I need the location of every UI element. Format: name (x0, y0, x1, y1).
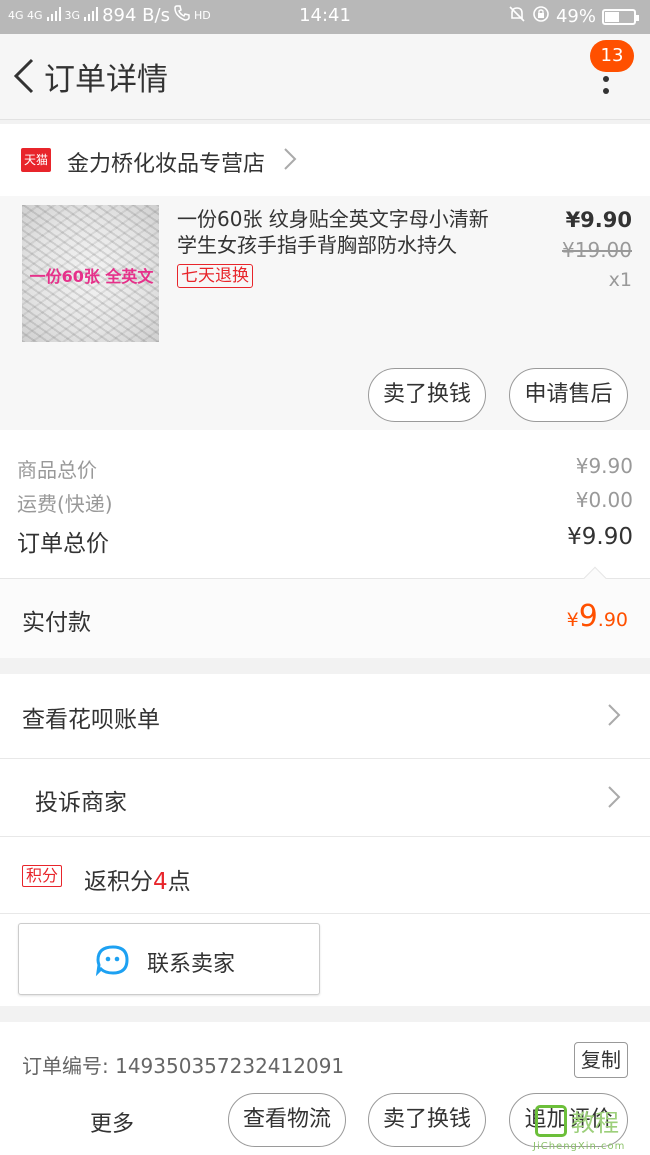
huabei-bill-row[interactable]: 查看花呗账单 (0, 674, 650, 759)
chevron-right-icon (282, 146, 298, 176)
product-price: ¥9.90 (565, 208, 632, 232)
tmall-logo-icon: 天猫 (21, 148, 51, 172)
store-name: 金力桥化妆品专营店 (67, 152, 266, 177)
back-arrow-icon (13, 58, 34, 94)
original-price: ¥19.00 (562, 238, 632, 262)
points-label: 返积分4点 (84, 869, 191, 895)
battery-percent: 49% (555, 6, 596, 27)
points-badge: 积分 (22, 865, 63, 887)
page-title: 订单详情 (44, 62, 168, 98)
resell-button[interactable]: 卖了换钱 (368, 368, 486, 422)
resell-bottom-button[interactable]: 卖了换钱 (368, 1093, 486, 1147)
product-item[interactable]: 一份60张 全英文 一份60张 纹身贴全英文字母小清新学生女孩手指手背胸部防水持… (0, 196, 650, 430)
return-policy-badge: 七天退换 (177, 264, 253, 288)
mute-bell-icon (508, 5, 526, 28)
amount-paid-row: 实付款 ¥9.90 (0, 566, 650, 658)
view-logistics-button[interactable]: 查看物流 (228, 1093, 346, 1147)
product-thumbnail[interactable]: 一份60张 全英文 (22, 205, 159, 342)
order-total-value: ¥9.90 (567, 524, 633, 550)
amount-paid-value: ¥9.90 (566, 599, 628, 634)
back-button[interactable] (10, 56, 40, 96)
product-title[interactable]: 一份60张 纹身贴全英文字母小清新学生女孩手指手背胸部防水持久 (177, 206, 507, 258)
rotation-lock-icon (532, 5, 550, 28)
chat-bubble-icon (95, 944, 131, 982)
contact-seller-button[interactable]: 联系卖家 (18, 923, 320, 995)
contact-seller-label: 联系卖家 (147, 952, 236, 977)
chevron-right-icon (606, 702, 622, 732)
copy-order-number-button[interactable]: 复制 (574, 1042, 628, 1078)
order-total-label: 订单总价 (17, 531, 109, 557)
goods-total-row: 商品总价 ¥9.90 (17, 454, 633, 483)
store-row[interactable]: 天猫 金力桥化妆品专营店 (0, 124, 650, 196)
points-row: 积分 返积分4点 (0, 837, 650, 914)
huabei-bill-label: 查看花呗账单 (22, 707, 160, 733)
watermark-icon (535, 1105, 567, 1137)
shipping-row: 运费(快递) ¥0.00 (17, 488, 633, 517)
amount-paid-label: 实付款 (22, 610, 91, 636)
chevron-right-icon (606, 784, 622, 814)
watermark-logo: 教程 JiChengXin.com (531, 1101, 649, 1155)
more-actions-button[interactable]: 更多 (90, 1106, 134, 1138)
complain-seller-label: 投诉商家 (35, 790, 127, 816)
product-quantity: x1 (608, 269, 632, 291)
goods-total-label: 商品总价 (17, 458, 97, 482)
goods-total-value: ¥9.90 (575, 454, 633, 478)
status-bar: 4G 4G 3G 894 B/s HD 14:41 49% (0, 0, 650, 34)
order-number: 订单编号: 149350357232412091 (22, 1054, 345, 1078)
shipping-label: 运费(快递) (17, 492, 113, 516)
title-bar: 订单详情 13 (0, 34, 650, 120)
shipping-value: ¥0.00 (575, 488, 633, 512)
thumbnail-caption: 一份60张 全英文 (29, 267, 154, 286)
order-total-row: 订单总价 ¥9.90 (17, 524, 633, 558)
contact-section: 联系卖家 (0, 914, 650, 1006)
price-summary: 商品总价 ¥9.90 运费(快递) ¥0.00 订单总价 ¥9.90 (0, 430, 650, 578)
battery-icon (602, 8, 639, 25)
after-sale-button[interactable]: 申请售后 (509, 368, 628, 422)
message-badge[interactable]: 13 (590, 40, 634, 72)
complain-seller-row[interactable]: 投诉商家 (0, 759, 650, 837)
